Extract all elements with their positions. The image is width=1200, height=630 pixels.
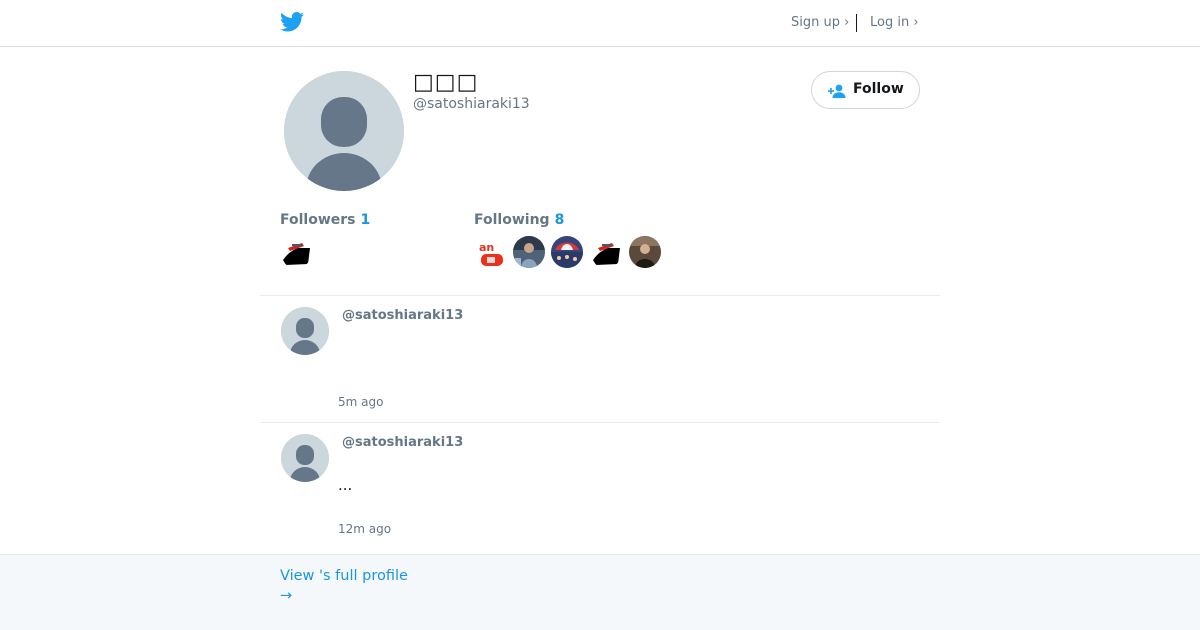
- following-stat[interactable]: Following 8: [474, 212, 564, 228]
- following-avatar[interactable]: [551, 236, 583, 268]
- tweet-timestamp[interactable]: 12m ago: [338, 522, 391, 536]
- view-full-profile-link[interactable]: View 's full profile →: [280, 566, 408, 606]
- followers-count: 1: [360, 212, 371, 228]
- followers-label: Followers: [280, 212, 356, 228]
- tweet-timestamp[interactable]: 5m ago: [338, 395, 383, 409]
- default-avatar-icon: [284, 71, 404, 191]
- following-avatar[interactable]: [590, 236, 622, 268]
- top-bar: Sign up › Log in ›: [0, 0, 1200, 47]
- stadium-photo-icon: [551, 236, 583, 268]
- following-label: Following: [474, 212, 550, 228]
- tweet-handle[interactable]: @satoshiaraki13: [342, 435, 463, 450]
- follow-label: Follow: [853, 81, 904, 97]
- tweet-text: ...: [338, 476, 353, 494]
- tweet-avatar[interactable]: [281, 434, 329, 482]
- ship-image-icon: [280, 236, 312, 268]
- profile-name: □□□: [413, 70, 479, 95]
- default-avatar-icon: [281, 307, 329, 355]
- follow-button[interactable]: Follow: [811, 71, 920, 109]
- tweet-divider: [260, 422, 940, 423]
- tweet-handle[interactable]: @satoshiaraki13: [342, 308, 463, 323]
- person-add-icon: [828, 84, 846, 98]
- followers-stat[interactable]: Followers 1: [280, 212, 370, 228]
- view-full-profile-label: View 's full profile: [280, 568, 408, 584]
- sign-up-link[interactable]: Sign up ›: [791, 15, 849, 30]
- log-in-link[interactable]: Log in ›: [870, 15, 919, 30]
- profile-handle: @satoshiaraki13: [413, 96, 530, 112]
- section-divider: [260, 295, 940, 296]
- follower-avatar[interactable]: [280, 236, 312, 268]
- profile-avatar: [284, 71, 404, 191]
- an-logo-image-icon: an: [475, 236, 507, 268]
- default-avatar-icon: [281, 434, 329, 482]
- person-photo-icon: [629, 236, 661, 268]
- nav-separator: [856, 14, 857, 32]
- arrow-right-icon: →: [280, 588, 293, 604]
- svg-text:an: an: [479, 241, 494, 254]
- tweet-avatar[interactable]: [281, 307, 329, 355]
- following-count: 8: [554, 212, 565, 228]
- following-avatar[interactable]: [629, 236, 661, 268]
- following-avatar[interactable]: [513, 236, 545, 268]
- twitter-logo-icon[interactable]: [280, 11, 304, 33]
- athlete-photo-icon: [513, 236, 545, 268]
- footer-bar: View 's full profile →: [0, 554, 1200, 630]
- following-avatar[interactable]: an: [475, 236, 507, 268]
- ship-image-icon: [590, 236, 622, 268]
